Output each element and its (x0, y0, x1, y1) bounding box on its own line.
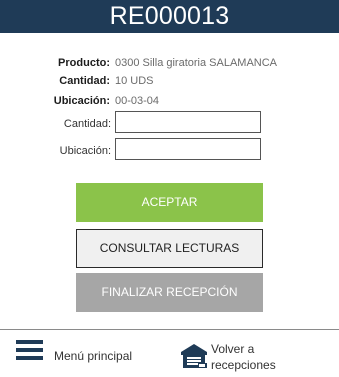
detail-producto-label: Producto: (58, 57, 110, 69)
detail-cantidad-value: 10 UDS (115, 75, 154, 87)
finish-reception-button[interactable]: FINALIZAR RECEPCIÓN (76, 273, 263, 312)
detail-producto-value: 0300 Silla giratoria SALAMANCA (115, 57, 278, 69)
ubicacion-field[interactable] (115, 138, 261, 160)
cantidad-field-label: Cantidad: (63, 118, 111, 130)
detail-ubicacion-value: 00-03-04 (115, 95, 160, 107)
back-to-receptions-label: Volver a recepciones (211, 342, 276, 372)
accept-button[interactable]: ACEPTAR (76, 183, 263, 222)
main-menu-button[interactable]: Menú principal (16, 340, 156, 368)
footer-divider (0, 329, 339, 330)
warehouse-icon (181, 344, 207, 368)
main-menu-label: Menú principal (54, 349, 133, 363)
detail-ubicacion-label: Ubicación: (53, 95, 110, 107)
page-title: RE000013 (0, 0, 339, 33)
hamburger-icon (16, 340, 43, 366)
back-to-receptions-button[interactable]: Volver a recepciones (180, 341, 310, 373)
ubicacion-field-label: Ubicación: (59, 145, 111, 157)
cantidad-field[interactable] (115, 111, 261, 133)
detail-cantidad-label: Cantidad: (59, 75, 110, 87)
consult-readings-button[interactable]: CONSULTAR LECTURAS (76, 229, 263, 268)
